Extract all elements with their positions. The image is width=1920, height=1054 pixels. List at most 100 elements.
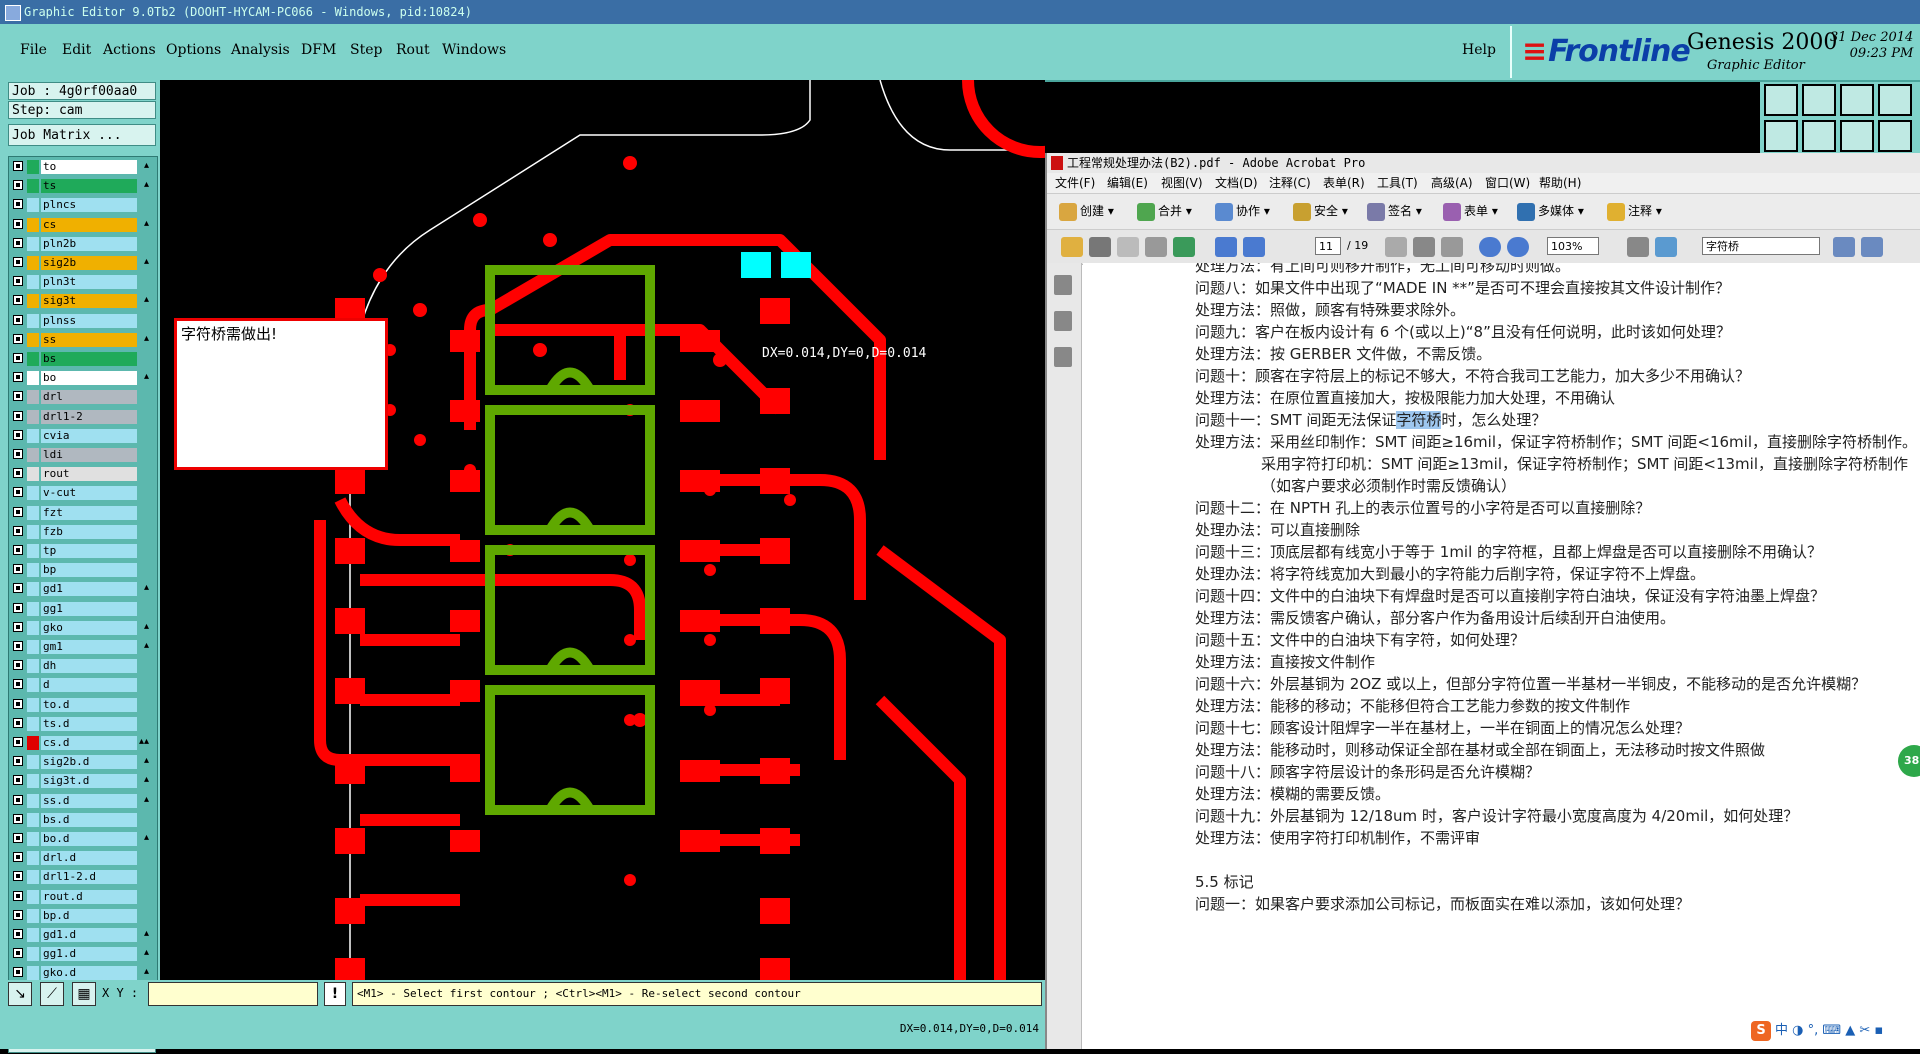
pcb-view[interactable] xyxy=(160,80,1045,980)
layer-row[interactable]: gm1 ▴ xyxy=(11,640,151,654)
zoom-out-icon[interactable] xyxy=(1479,237,1501,257)
acro-menu-window[interactable]: 窗口(W) xyxy=(1485,173,1530,193)
layer-name[interactable]: cvia xyxy=(41,428,137,443)
layer-name[interactable]: fzt xyxy=(41,505,137,520)
layer-checkbox[interactable] xyxy=(13,429,23,440)
layer-name[interactable]: sig3t xyxy=(41,294,137,309)
layer-checkbox[interactable] xyxy=(13,372,23,383)
document-view[interactable]: 处理方法：有上间可则移开制作，无工间可移动时则做。 问题八：如果文件中出现了“MA… xyxy=(1083,263,1920,1049)
layer-name[interactable]: pln2b xyxy=(41,236,137,251)
menu-analysis[interactable]: Analysis xyxy=(231,42,290,58)
layer-row[interactable]: cs.d ▴▴ xyxy=(11,736,151,750)
layer-name[interactable]: sig2b xyxy=(41,256,137,270)
layer-name[interactable]: sig2b.d xyxy=(41,755,137,770)
layer-name[interactable]: gd1 xyxy=(41,582,137,597)
layer-checkbox[interactable] xyxy=(13,410,23,421)
layer-row[interactable]: sig3t.d ▴ xyxy=(11,774,151,789)
layer-checkbox[interactable] xyxy=(13,487,23,498)
open-folder-icon[interactable] xyxy=(1061,237,1083,257)
layer-checkbox[interactable] xyxy=(13,698,23,709)
layer-row[interactable]: pln2b xyxy=(11,236,151,251)
create-button[interactable]: 创建 ▾ xyxy=(1059,202,1114,221)
layer-checkbox[interactable] xyxy=(13,679,23,690)
layer-name[interactable]: drl.d xyxy=(41,851,137,866)
layer-row[interactable]: bp.d xyxy=(11,908,151,923)
layer-name[interactable]: pln3t xyxy=(41,275,137,290)
layer-row[interactable]: rout.d xyxy=(11,889,151,904)
xy-input[interactable] xyxy=(148,982,318,1006)
fit-width-icon[interactable] xyxy=(1655,237,1677,257)
page-number-input[interactable]: 11 xyxy=(1315,237,1341,255)
layer-name[interactable]: gm1 xyxy=(41,640,137,654)
layer-row[interactable]: ts ▴ xyxy=(11,179,151,194)
layer-name[interactable]: cs xyxy=(41,217,137,232)
layer-checkbox[interactable] xyxy=(13,717,23,728)
layer-row[interactable]: sig2b.d ▴ xyxy=(11,755,151,770)
upload-icon[interactable] xyxy=(1173,237,1195,257)
layer-checkbox[interactable] xyxy=(13,314,23,325)
layer-name[interactable]: bo.d xyxy=(41,832,137,846)
layer-name[interactable]: gg1.d xyxy=(41,947,137,962)
layer-row[interactable]: tp xyxy=(11,544,151,558)
layer-row[interactable]: bo.d ▴ xyxy=(11,832,151,846)
layer-checkbox[interactable] xyxy=(13,276,23,287)
layer-checkbox[interactable] xyxy=(13,737,23,747)
layer-row[interactable]: gg1.d ▴ xyxy=(11,947,151,962)
graphic-canvas[interactable] xyxy=(160,80,1045,980)
layer-name[interactable]: d xyxy=(41,678,137,693)
menu-help[interactable]: Help xyxy=(1462,42,1496,58)
layer-name[interactable]: bp xyxy=(41,563,137,578)
tool-home-icon[interactable] xyxy=(1764,84,1798,116)
multimedia-button[interactable]: 多媒体 ▾ xyxy=(1517,202,1584,221)
menu-edit[interactable]: Edit xyxy=(62,42,91,58)
collaborate-button[interactable]: 协作 ▾ xyxy=(1215,202,1270,221)
find-input[interactable]: 字符桥 xyxy=(1702,237,1820,255)
layer-checkbox[interactable] xyxy=(13,180,23,191)
tool-down-icon[interactable] xyxy=(1802,84,1836,116)
layer-checkbox[interactable] xyxy=(13,545,23,555)
layer-name[interactable]: to.d xyxy=(41,697,137,712)
forms-button[interactable]: 表单 ▾ xyxy=(1443,202,1498,221)
tool-fit-icon[interactable] xyxy=(1840,120,1874,152)
layer-name[interactable]: gko.d xyxy=(41,966,137,981)
acro-menu-view[interactable]: 视图(V) xyxy=(1161,173,1203,193)
layer-row[interactable]: gko ▴ xyxy=(11,620,151,635)
layer-name[interactable]: ts xyxy=(41,179,137,194)
selected-pad-2[interactable] xyxy=(781,252,811,278)
layer-row[interactable]: gd1 ▴ xyxy=(11,582,151,597)
layer-checkbox[interactable] xyxy=(13,468,23,479)
acro-menu-file[interactable]: 文件(F) xyxy=(1055,173,1095,193)
layer-row[interactable]: pln3t xyxy=(11,275,151,290)
email-icon[interactable] xyxy=(1145,237,1167,257)
layer-checkbox[interactable] xyxy=(13,449,23,459)
zoom-in-icon[interactable] xyxy=(1507,237,1529,257)
layer-checkbox[interactable] xyxy=(13,890,23,901)
layer-row[interactable]: dh xyxy=(11,659,151,674)
layer-row[interactable]: rout xyxy=(11,467,151,482)
fit-page-icon[interactable] xyxy=(1627,237,1649,257)
layer-checkbox[interactable] xyxy=(13,237,23,248)
layer-row[interactable]: sig2b ▴ xyxy=(11,256,151,270)
layer-name[interactable]: dh xyxy=(41,659,137,674)
comment-button[interactable]: 注释 ▾ xyxy=(1607,202,1662,221)
layer-row[interactable]: bp xyxy=(11,563,151,578)
layer-row[interactable]: v-cut xyxy=(11,486,151,501)
save-icon[interactable] xyxy=(1117,237,1139,257)
bookmarks-panel-icon[interactable] xyxy=(1054,311,1072,331)
layer-name[interactable]: ts.d xyxy=(41,716,137,731)
acro-menu-help[interactable]: 帮助(H) xyxy=(1539,173,1581,193)
zoom-tool-icon[interactable] xyxy=(1441,237,1463,257)
layer-checkbox[interactable] xyxy=(13,756,23,767)
layer-row[interactable]: drl xyxy=(11,390,151,405)
layer-checkbox[interactable] xyxy=(13,353,23,363)
selected-pad-1[interactable] xyxy=(741,252,771,278)
job-matrix-button[interactable]: Job Matrix ... xyxy=(8,124,156,146)
layer-row[interactable]: fzt xyxy=(11,505,151,520)
layer-row[interactable]: drl.d xyxy=(11,851,151,866)
hand-tool-icon[interactable] xyxy=(1413,237,1435,257)
layer-row[interactable]: sig3t ▴ xyxy=(11,294,151,309)
layer-checkbox[interactable] xyxy=(13,871,23,882)
layer-name[interactable]: rout xyxy=(41,467,137,482)
prev-page-icon[interactable] xyxy=(1215,237,1237,257)
layer-row[interactable]: plncs xyxy=(11,198,151,213)
